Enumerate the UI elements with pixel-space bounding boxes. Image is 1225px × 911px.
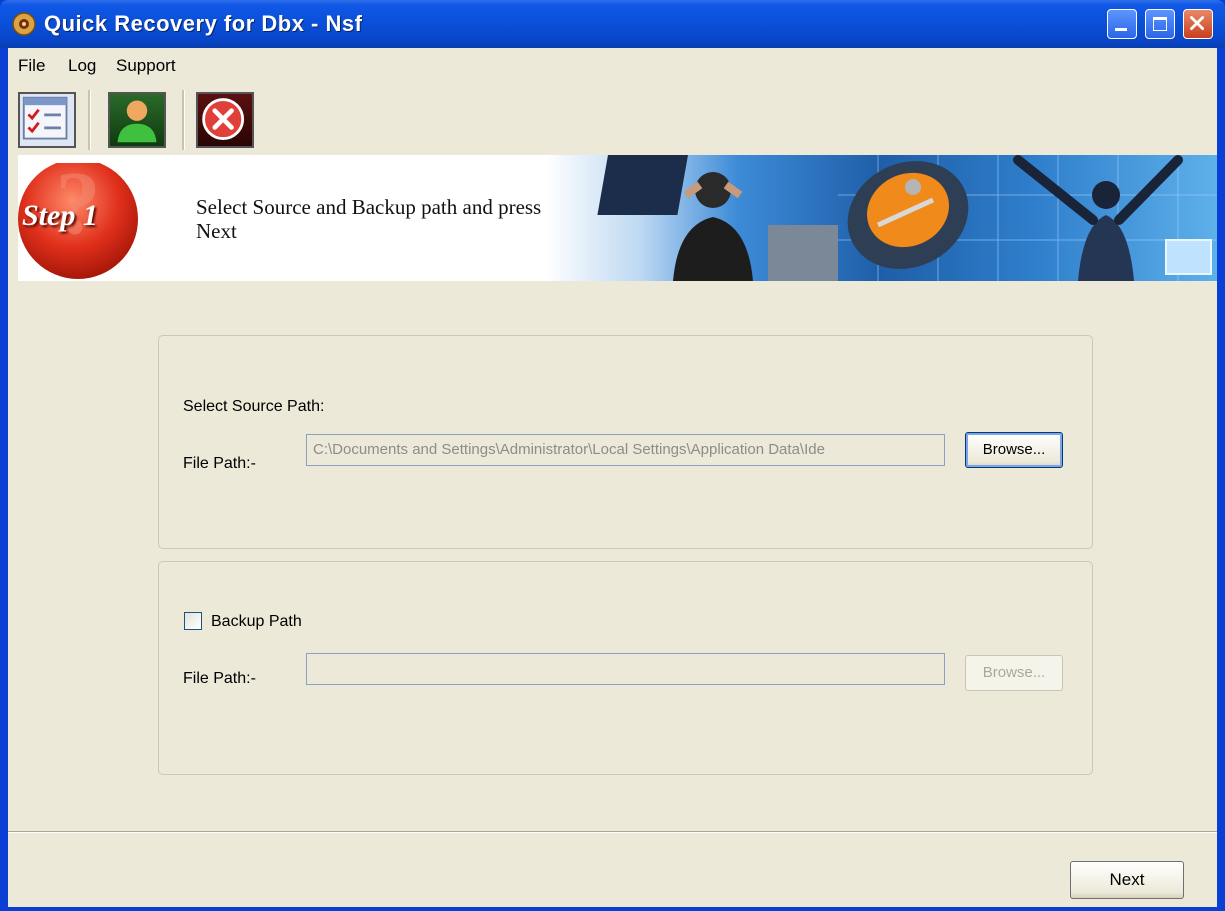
maximize-icon — [1153, 17, 1167, 31]
step-label: Step 1 — [22, 199, 98, 232]
backup-path-input[interactable] — [306, 653, 945, 685]
backup-path-label: Backup Path — [211, 613, 302, 630]
backup-path-checkbox[interactable] — [184, 612, 202, 630]
app-icon — [12, 12, 36, 36]
source-path-heading: Select Source Path: — [183, 398, 325, 415]
menu-bar: File Log Support — [8, 48, 1217, 80]
step-instruction: Select Source and Backup path and press … — [196, 195, 542, 243]
backup-path-panel: Backup Path File Path:- Browse... — [158, 561, 1093, 775]
menu-log[interactable]: Log — [68, 56, 96, 76]
close-icon — [1190, 16, 1205, 31]
source-path-input[interactable]: C:\Documents and Settings\Administrator\… — [306, 434, 945, 466]
exit-icon[interactable] — [196, 92, 254, 148]
window-title: Quick Recovery for Dbx - Nsf — [44, 11, 363, 36]
backup-browse-button[interactable]: Browse... — [965, 655, 1063, 691]
minimize-icon — [1115, 28, 1127, 31]
source-browse-button[interactable]: Browse... — [965, 432, 1063, 468]
menu-support[interactable]: Support — [116, 56, 176, 76]
backup-file-path-label: File Path:- — [183, 670, 256, 687]
next-button[interactable]: Next — [1070, 861, 1184, 899]
banner-illustration — [597, 155, 1217, 281]
app-window: Quick Recovery for Dbx - Nsf File Log Su… — [0, 0, 1225, 911]
checklist-icon[interactable] — [18, 92, 76, 148]
source-path-panel: Select Source Path: File Path:- C:\Docum… — [158, 335, 1093, 549]
step-banner: ? Step 1 Select Source and Backup path a… — [18, 155, 1217, 281]
toolbar-separator — [182, 90, 185, 150]
maximize-button[interactable] — [1145, 9, 1175, 39]
user-icon[interactable] — [108, 92, 166, 148]
toolbar-separator — [88, 90, 91, 150]
footer-divider — [8, 831, 1217, 833]
minimize-button[interactable] — [1107, 9, 1137, 39]
toolbar — [8, 80, 1217, 154]
menu-file[interactable]: File — [18, 56, 45, 76]
title-bar[interactable]: Quick Recovery for Dbx - Nsf — [0, 0, 1225, 48]
close-button[interactable] — [1183, 9, 1213, 39]
source-file-path-label: File Path:- — [183, 455, 256, 472]
